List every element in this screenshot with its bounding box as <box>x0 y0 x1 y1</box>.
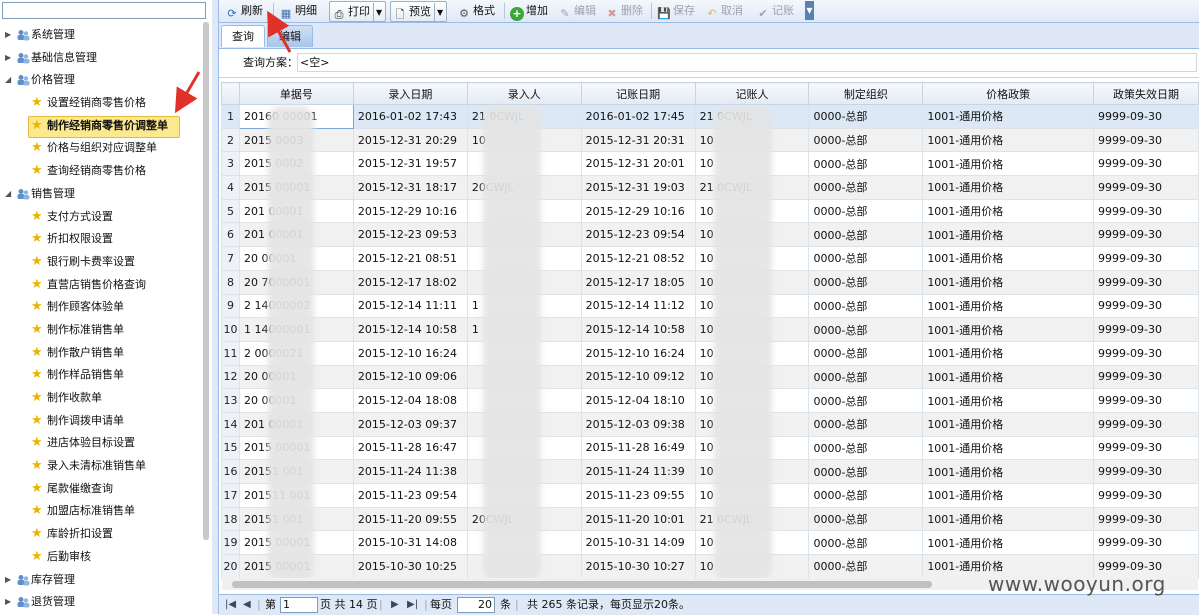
annotation-arrow-refresh <box>267 10 292 53</box>
annotation-arrows <box>174 10 292 114</box>
watermark-text: www.wooyun.org <box>988 572 1166 596</box>
annotation-arrow-tree <box>174 71 201 114</box>
